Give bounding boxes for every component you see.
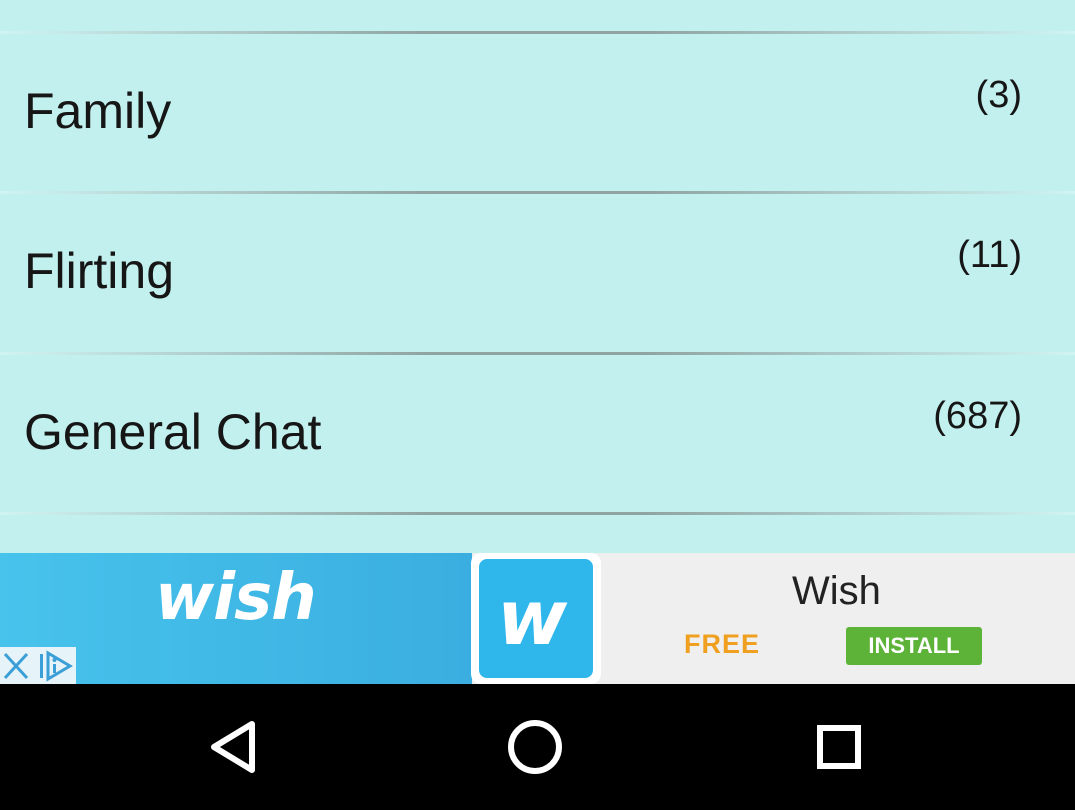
adchoices-icon[interactable] — [36, 647, 76, 684]
wish-logo-letter: w — [497, 573, 568, 662]
wish-wordmark: wish — [155, 561, 317, 635]
category-count: (687) — [933, 395, 1022, 437]
wish-app-logo[interactable]: w — [471, 553, 601, 684]
ad-close-icon[interactable] — [0, 647, 36, 684]
category-list: Family (3) Flirting (11) General Chat (6… — [0, 0, 1075, 553]
list-divider — [0, 512, 1075, 515]
category-row-flirting[interactable]: Flirting (11) — [0, 194, 1075, 351]
category-label: Family — [24, 83, 172, 139]
recents-square-icon[interactable] — [804, 714, 874, 780]
ad-price-label: FREE — [684, 629, 761, 659]
install-button[interactable]: INSTALL — [846, 627, 982, 665]
category-count: (11) — [957, 234, 1022, 276]
category-count: (3) — [975, 74, 1022, 116]
category-label: General Chat — [24, 404, 322, 460]
home-circle-icon[interactable] — [500, 714, 570, 780]
category-row-general-chat[interactable]: General Chat (687) — [0, 355, 1075, 512]
wish-logo-icon: w — [479, 559, 593, 678]
back-triangle-icon[interactable] — [200, 714, 270, 780]
ad-banner[interactable]: wish w Wish FREE INSTALL — [0, 553, 1075, 684]
category-label: Flirting — [24, 243, 175, 299]
ad-app-name: Wish — [792, 569, 881, 613]
category-row-family[interactable]: Family (3) — [0, 34, 1075, 191]
system-navigation-bar — [0, 684, 1075, 810]
